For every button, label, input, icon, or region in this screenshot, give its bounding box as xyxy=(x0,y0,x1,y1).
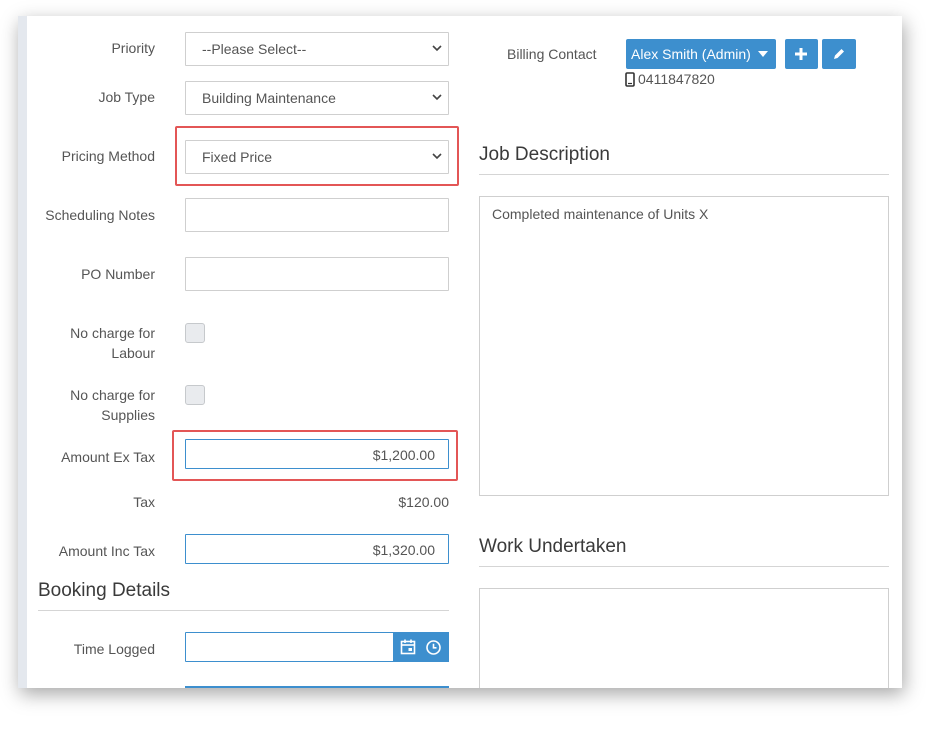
no-charge-labour-label-line2: Labour xyxy=(111,345,155,361)
job-type-value: Building Maintenance xyxy=(202,90,336,106)
priority-label: Priority xyxy=(111,40,155,56)
add-contact-button[interactable] xyxy=(785,39,818,69)
mobile-phone-icon xyxy=(625,72,635,87)
work-undertaken-textarea[interactable] xyxy=(479,588,889,688)
work-undertaken-title: Work Undertaken xyxy=(479,536,627,557)
chevron-down-icon xyxy=(432,45,442,52)
edit-contact-button[interactable] xyxy=(822,39,856,69)
chevron-down-icon xyxy=(432,94,442,101)
amount-inc-tax-label: Amount Inc Tax xyxy=(58,543,155,559)
next-field-edge xyxy=(185,686,449,688)
priority-select[interactable]: --Please Select-- xyxy=(185,32,449,66)
pencil-icon xyxy=(834,49,844,59)
time-logged-buttons xyxy=(393,632,449,662)
billing-contact-name: Alex Smith (Admin) xyxy=(631,46,751,62)
time-logged-input[interactable] xyxy=(185,632,395,662)
amount-inc-tax-input[interactable]: $1,320.00 xyxy=(185,534,449,564)
scheduling-notes-input[interactable] xyxy=(185,198,449,232)
no-charge-supplies-label-line1: No charge for xyxy=(70,387,155,403)
billing-contact-phone: 0411847820 xyxy=(638,71,715,87)
job-description-textarea[interactable]: Completed maintenance of Units X xyxy=(479,196,889,496)
priority-value: --Please Select-- xyxy=(202,41,307,57)
po-number-input[interactable] xyxy=(185,257,449,291)
job-type-select[interactable]: Building Maintenance xyxy=(185,81,449,115)
plus-icon xyxy=(795,48,807,60)
job-description-divider xyxy=(479,174,889,175)
job-description-title: Job Description xyxy=(479,144,610,165)
time-logged-label: Time Logged xyxy=(73,641,155,657)
booking-details-title: Booking Details xyxy=(38,580,171,601)
amount-ex-tax-label: Amount Ex Tax xyxy=(61,449,155,465)
caret-down-icon xyxy=(758,51,768,57)
tax-label: Tax xyxy=(133,494,155,510)
no-charge-labour-label-line1: No charge for xyxy=(70,325,155,341)
scheduling-notes-label: Scheduling Notes xyxy=(45,207,155,223)
no-charge-supplies-label-line2: Supplies xyxy=(101,407,155,423)
clock-icon[interactable] xyxy=(425,639,442,656)
no-charge-supplies-label: No charge for Supplies xyxy=(18,385,155,425)
work-undertaken-divider xyxy=(479,566,889,567)
billing-contact-label: Billing Contact xyxy=(507,46,597,62)
pricing-method-highlight xyxy=(175,126,459,186)
job-form-panel: Priority --Please Select-- Job Type Buil… xyxy=(18,16,902,688)
no-charge-supplies-checkbox[interactable] xyxy=(185,385,205,405)
amount-ex-tax-highlight xyxy=(172,430,458,481)
pricing-method-label: Pricing Method xyxy=(61,148,155,164)
po-number-label: PO Number xyxy=(81,266,155,282)
no-charge-labour-label: No charge for Labour xyxy=(18,323,155,363)
job-type-label: Job Type xyxy=(98,89,155,105)
tax-value: $120.00 xyxy=(398,494,449,510)
booking-details-divider xyxy=(38,610,449,611)
no-charge-labour-checkbox[interactable] xyxy=(185,323,205,343)
calendar-icon[interactable] xyxy=(399,638,417,656)
billing-contact-dropdown[interactable]: Alex Smith (Admin) xyxy=(626,39,776,69)
